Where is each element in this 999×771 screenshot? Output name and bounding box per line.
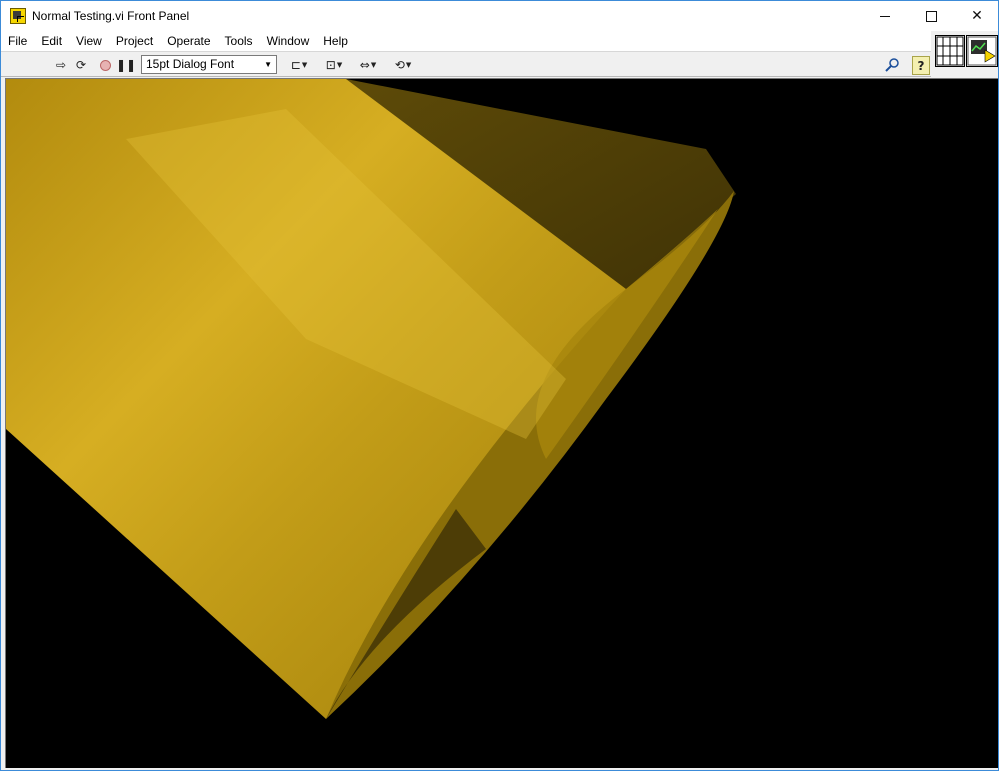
align-objects-button[interactable]: ⊏ ▼ (286, 56, 312, 74)
dropdown-arrow-icon: ▼ (301, 61, 308, 69)
menu-file[interactable]: File (1, 31, 34, 51)
maximize-button[interactable] (908, 1, 954, 31)
labview-front-panel-window: Normal Testing.vi Front Panel ✕ File Edi… (0, 0, 999, 771)
pause-button[interactable]: ❚❚ (115, 56, 137, 74)
vi-icon[interactable] (966, 35, 998, 67)
dropdown-arrow-icon: ▼ (336, 61, 343, 69)
connector-pane[interactable] (935, 35, 965, 67)
menu-window[interactable]: Window (260, 31, 317, 51)
menu-project[interactable]: Project (109, 31, 160, 51)
menu-operate[interactable]: Operate (160, 31, 217, 51)
abort-button[interactable] (97, 56, 113, 74)
abort-execution-icon (99, 59, 111, 71)
minimize-icon (880, 15, 890, 17)
close-icon: ✕ (971, 8, 983, 24)
distribute-objects-icon: ⊡ (325, 58, 336, 72)
3d-cylinder-render (6, 79, 736, 719)
vi-icon-graphic (967, 36, 997, 66)
connector-pane-icon (936, 36, 964, 66)
reorder-button[interactable]: ⟲ ▼ (390, 56, 416, 74)
text-settings-dropdown[interactable]: 15pt Dialog Font ▼ (141, 55, 277, 74)
run-continuously-button[interactable]: ⟳ (73, 56, 89, 74)
title-bar: Normal Testing.vi Front Panel ✕ (1, 1, 998, 31)
distribute-objects-button[interactable]: ⊡ ▼ (320, 56, 348, 74)
font-select-value: 15pt Dialog Font (146, 57, 235, 71)
search-button[interactable] (881, 56, 903, 74)
labview-app-icon (10, 8, 26, 24)
toolbar: ⇨ ⟳ ❚❚ 15pt Dialog Font ▼ ⊏ ▼ ⊡ ▼ ⇔ ▼ ⟲ ▼ ? (1, 51, 931, 77)
search-icon (885, 58, 899, 72)
close-button[interactable]: ✕ (954, 1, 998, 31)
run-button[interactable]: ⇨ (53, 56, 69, 74)
pause-icon: ❚❚ (115, 58, 137, 72)
maximize-icon (925, 10, 937, 22)
resize-objects-icon: ⇔ (359, 58, 370, 72)
window-title: Normal Testing.vi Front Panel (32, 9, 190, 23)
reorder-icon: ⟲ (394, 58, 405, 72)
menu-tools[interactable]: Tools (218, 31, 260, 51)
menu-edit[interactable]: Edit (34, 31, 69, 51)
context-help-button[interactable]: ? (912, 56, 930, 75)
align-objects-icon: ⊏ (290, 58, 301, 72)
dropdown-arrow-icon: ▼ (370, 61, 377, 69)
run-continuously-icon: ⟳ (75, 58, 87, 72)
dropdown-arrow-icon: ▼ (405, 61, 412, 69)
minimize-button[interactable] (862, 1, 908, 31)
context-help-icon: ? (917, 58, 925, 73)
menu-bar: File Edit View Project Operate Tools Win… (1, 31, 931, 51)
chevron-down-icon: ▼ (264, 60, 272, 69)
resize-objects-button[interactable]: ⇔ ▼ (354, 56, 382, 74)
menu-help[interactable]: Help (316, 31, 355, 51)
run-arrow-icon: ⇨ (55, 58, 67, 72)
menu-view[interactable]: View (69, 31, 109, 51)
front-panel-3d-display[interactable] (5, 78, 998, 768)
